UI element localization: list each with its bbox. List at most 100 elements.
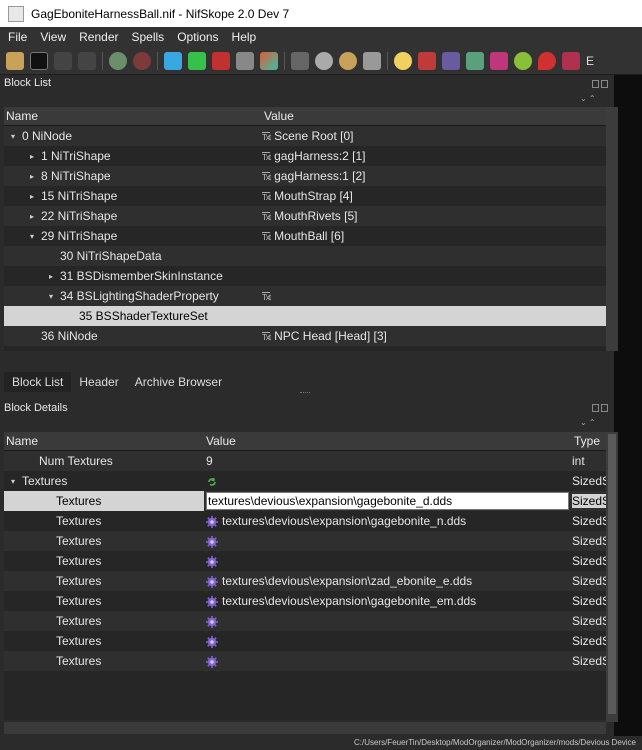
pin-icon[interactable] (236, 51, 254, 70)
col-value-header[interactable]: Value (264, 109, 606, 123)
detail-row[interactable]: Textures textures\devious\expansion\gageb… (4, 591, 606, 611)
collapse-icon[interactable]: ⌄ ⌃ (580, 94, 596, 103)
texture-gear-icon[interactable] (206, 514, 222, 528)
col-name-header[interactable]: Name (4, 434, 206, 448)
detail-value-cell[interactable] (204, 474, 572, 488)
texture-gear-icon[interactable] (206, 554, 222, 568)
detail-value-cell[interactable]: 9 (204, 454, 572, 468)
select-icon[interactable] (109, 51, 127, 70)
menu-file[interactable]: File (3, 30, 32, 44)
detail-value-cell[interactable] (204, 634, 572, 648)
graph-icon[interactable] (466, 51, 484, 70)
texture-gear-icon[interactable] (206, 534, 222, 548)
cube-blue-icon[interactable] (164, 51, 182, 70)
block-list-row[interactable]: ▾ 29 NiTriShape Txt MouthBall [6] (4, 226, 606, 246)
block-list-row[interactable]: ▸ 1 NiTriShape Txt gagHarness:2 [1] (4, 146, 606, 166)
texture-gear-icon[interactable] (206, 654, 222, 668)
toolbar-overflow[interactable]: E (586, 54, 594, 68)
detail-row[interactable]: Textures SizedS (4, 631, 606, 651)
texture-path-input[interactable]: textures\devious\expansion\gagebonite_d.… (206, 492, 569, 510)
detail-row[interactable]: ▾ Textures SizedS (4, 471, 606, 491)
detail-row[interactable]: Textures SizedS (4, 611, 606, 631)
marker-icon[interactable] (538, 51, 556, 70)
expand-arrow-icon[interactable]: ▸ (27, 152, 37, 161)
expand-arrow-icon[interactable]: ▾ (8, 477, 18, 486)
menu-options[interactable]: Options (172, 30, 223, 44)
texture-gear-icon[interactable] (206, 594, 222, 608)
block-details-scrollbar[interactable] (606, 432, 618, 722)
detail-row[interactable]: Textures textures\devious\expansion\gageb… (4, 511, 606, 531)
detail-value-cell[interactable]: textures\devious\expansion\gagebonite_n.… (204, 514, 572, 528)
cube-color-icon[interactable] (260, 51, 278, 70)
expand-arrow-icon[interactable]: ▸ (27, 192, 37, 201)
scroll-thumb[interactable] (608, 434, 616, 714)
block-list-row[interactable]: 36 NiNode Txt NPC Head [Head] [3] (4, 326, 606, 346)
detail-row[interactable]: Textures textures\devious\expansion\gageb… (4, 491, 606, 511)
col-name-header[interactable]: Name (4, 109, 264, 123)
menu-spells[interactable]: Spells (127, 30, 170, 44)
expand-arrow-icon[interactable]: ▸ (27, 212, 37, 221)
detail-value-cell[interactable] (204, 534, 572, 548)
col-value-header[interactable]: Value (206, 434, 574, 448)
menu-render[interactable]: Render (74, 30, 123, 44)
expand-arrow-icon[interactable]: ▸ (27, 172, 37, 181)
detail-row[interactable]: Textures SizedS (4, 651, 606, 671)
texture-gear-icon[interactable] (206, 614, 222, 628)
block-list-row[interactable]: ▾ 34 BSLightingShaderProperty Txt (4, 286, 606, 306)
block-list-scrollbar[interactable] (606, 107, 618, 351)
block-list-row[interactable]: ▸ 8 NiTriShape Txt gagHarness:1 [2] (4, 166, 606, 186)
detail-row[interactable]: Num Textures 9 int (4, 451, 606, 471)
camera-icon[interactable] (363, 51, 381, 70)
block-list-row[interactable]: ▸ 15 NiTriShape Txt MouthStrap [4] (4, 186, 606, 206)
block-list-row[interactable]: 35 BSShaderTextureSet (4, 306, 606, 326)
block-list-row[interactable]: ▾ 0 NiNode Txt Scene Root [0] (4, 126, 606, 146)
block-list-row[interactable]: ▸ 22 NiTriShape Txt MouthRivets [5] (4, 206, 606, 226)
car-icon[interactable] (562, 51, 580, 70)
block-list-row[interactable]: ▸ 31 BSDismemberSkinInstance (4, 266, 606, 286)
detail-row[interactable]: Textures SizedS (4, 531, 606, 551)
viewport-area[interactable] (614, 75, 642, 736)
expand-arrow-icon[interactable]: ▾ (46, 292, 56, 301)
panel-float-buttons[interactable] (592, 80, 608, 88)
refresh-icon[interactable] (206, 474, 222, 488)
tab-header[interactable]: Header (71, 372, 127, 392)
bulb-icon[interactable] (394, 51, 412, 70)
tab-archive-browser[interactable]: Archive Browser (126, 372, 231, 392)
open-icon[interactable] (6, 51, 24, 70)
wand-icon[interactable] (418, 51, 436, 70)
detail-value-cell[interactable] (204, 554, 572, 568)
save-icon[interactable] (30, 51, 48, 70)
texture-gear-icon[interactable] (206, 574, 222, 588)
detail-value-cell[interactable] (204, 614, 572, 628)
detail-value-cell[interactable]: textures\devious\expansion\zad_ebonite_e… (204, 574, 572, 588)
detail-row[interactable]: Textures textures\devious\expansion\zad_e… (4, 571, 606, 591)
undo-icon[interactable] (54, 51, 72, 70)
detail-value-cell[interactable]: textures\devious\expansion\gagebonite_d.… (204, 492, 572, 510)
color-block-icon[interactable] (490, 51, 508, 70)
nodes-icon[interactable] (133, 51, 151, 70)
menu-view[interactable]: View (35, 30, 71, 44)
axes-icon[interactable] (442, 51, 460, 70)
expand-arrow-icon[interactable]: ▾ (8, 132, 18, 141)
texture-gear-icon[interactable] (206, 634, 222, 648)
footprint-icon[interactable] (291, 51, 309, 70)
detail-value-cell[interactable]: textures\devious\expansion\gagebonite_em… (204, 594, 572, 608)
expand-arrow-icon[interactable]: ▸ (46, 272, 56, 281)
expand-arrow-icon[interactable]: ▾ (27, 232, 37, 241)
detail-value-cell[interactable] (204, 654, 572, 668)
collapse-icon[interactable]: ⌄ ⌃ (580, 418, 596, 427)
cube-red-icon[interactable] (212, 51, 230, 70)
col-type-header[interactable]: Type (574, 434, 606, 448)
splitter-handle[interactable] (300, 392, 310, 395)
block-list-row[interactable]: 30 NiTriShapeData (4, 246, 606, 266)
cube-green-icon[interactable] (188, 51, 206, 70)
menu-help[interactable]: Help (227, 30, 262, 44)
tab-block-list[interactable]: Block List (4, 372, 72, 392)
eye-gold-icon[interactable] (339, 51, 357, 70)
redo-icon[interactable] (78, 51, 96, 70)
horizontal-scrollbar[interactable] (4, 722, 606, 734)
bubble-icon[interactable] (514, 51, 532, 70)
panel-float-buttons[interactable] (592, 404, 608, 412)
eye-icon[interactable] (315, 51, 333, 70)
detail-row[interactable]: Textures SizedS (4, 551, 606, 571)
